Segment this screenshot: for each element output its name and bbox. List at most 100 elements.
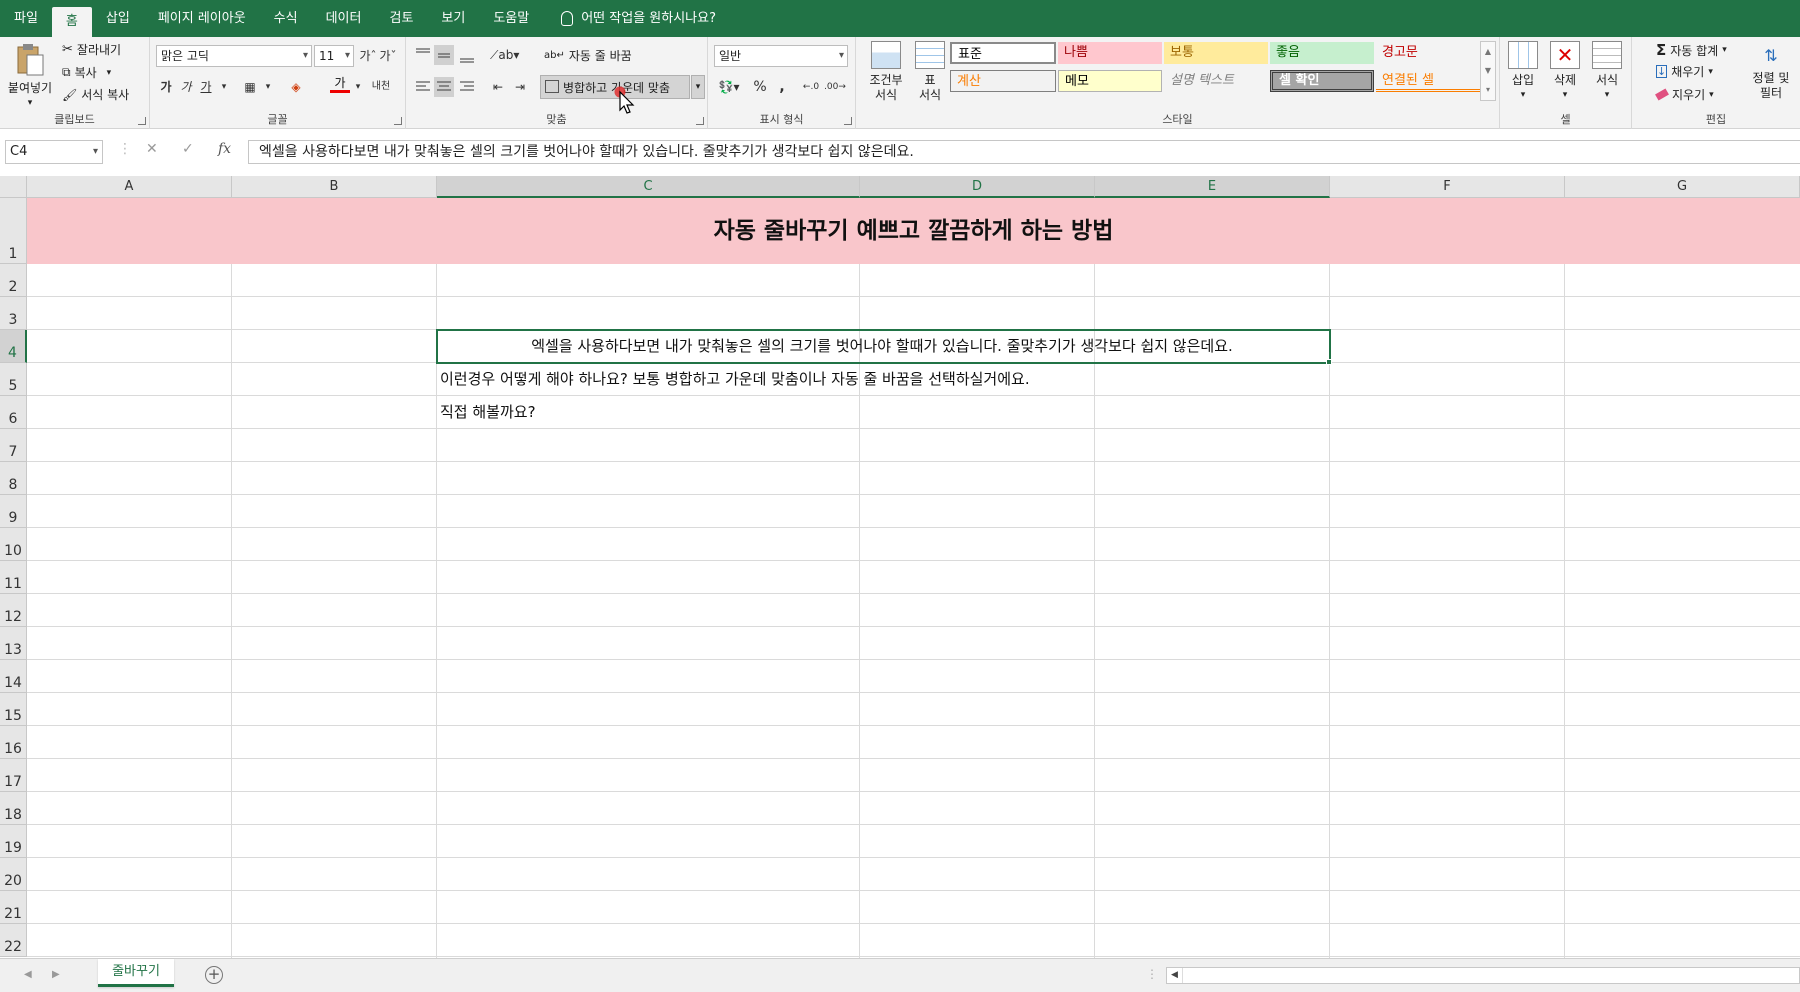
alignment-launcher-icon[interactable]: [696, 117, 704, 125]
vertical-align-icons[interactable]: [414, 45, 484, 65]
style-linked-cell[interactable]: 연결된 셀: [1376, 70, 1480, 92]
fill-button[interactable]: ↓ 채우기 ▾: [1656, 63, 1713, 80]
sheet-title[interactable]: 자동 줄바꾸기 예쁘고 깔끔하게 하는 방법: [27, 198, 1800, 264]
horizontal-scrollbar[interactable]: ◀: [1166, 967, 1800, 984]
cancel-icon[interactable]: ✕: [146, 141, 158, 157]
next-sheet-icon[interactable]: ▶: [52, 969, 60, 980]
font-launcher-icon[interactable]: [394, 117, 402, 125]
font-color-button[interactable]: 가: [330, 75, 350, 93]
style-calculation[interactable]: 계산: [950, 70, 1056, 92]
column-header-a[interactable]: A: [27, 176, 232, 198]
style-normal[interactable]: 표준: [950, 42, 1056, 64]
row-header-11[interactable]: 11: [0, 561, 27, 594]
fill-color-icon[interactable]: ◈: [286, 77, 306, 97]
row-header-21[interactable]: 21: [0, 891, 27, 924]
row-header-4[interactable]: 4: [0, 330, 27, 363]
clipboard-launcher-icon[interactable]: [138, 117, 146, 125]
name-box[interactable]: C4: [5, 140, 103, 164]
conditional-format-button[interactable]: 조건부 서식: [862, 41, 910, 103]
row-header-2[interactable]: 2: [0, 264, 27, 297]
increase-decimal-icon[interactable]: ←.0: [800, 77, 822, 97]
underline-dropdown-icon[interactable]: ▾: [214, 77, 234, 97]
splitter-icon[interactable]: ⋮: [1146, 967, 1158, 981]
column-header-f[interactable]: F: [1330, 176, 1565, 198]
style-explanatory[interactable]: 설명 텍스트: [1164, 70, 1268, 92]
style-bad[interactable]: 나쁨: [1058, 42, 1162, 64]
enter-icon[interactable]: ✓: [182, 141, 194, 157]
column-header-b[interactable]: B: [232, 176, 437, 198]
increase-font-icon[interactable]: 가ˆ: [358, 46, 378, 66]
font-color-dropdown-icon[interactable]: ▾: [348, 77, 368, 97]
number-format-combo[interactable]: 일반: [714, 45, 848, 67]
font-size-combo[interactable]: 11: [314, 45, 354, 67]
decrease-decimal-icon[interactable]: .00→: [824, 77, 846, 97]
insert-cells-button[interactable]: 삽입 ▾: [1502, 41, 1544, 103]
scroll-thumb[interactable]: [1185, 970, 1785, 981]
prev-sheet-icon[interactable]: ◀: [24, 969, 32, 980]
scroll-left-icon[interactable]: ◀: [1167, 968, 1183, 983]
tab-view[interactable]: 보기: [427, 0, 479, 37]
phonetic-button[interactable]: 내천: [366, 77, 396, 97]
percent-button[interactable]: %: [750, 77, 770, 97]
accounting-format-icon[interactable]: 💱▾: [714, 77, 744, 97]
style-good[interactable]: 좋음: [1270, 42, 1374, 64]
row-header-20[interactable]: 20: [0, 858, 27, 891]
style-warning[interactable]: 경고문: [1376, 42, 1480, 64]
tab-page-layout[interactable]: 페이지 레이아웃: [144, 0, 260, 37]
format-painter-button[interactable]: 🖌 서식 복사: [62, 86, 129, 103]
decrease-indent-icon[interactable]: ⇤: [488, 77, 508, 97]
row-header-3[interactable]: 3: [0, 297, 27, 330]
tab-file[interactable]: 파일: [0, 0, 52, 37]
row-header-16[interactable]: 16: [0, 726, 27, 759]
fill-handle[interactable]: [1326, 359, 1332, 365]
tab-formulas[interactable]: 수식: [260, 0, 312, 37]
column-header-e[interactable]: E: [1095, 176, 1330, 198]
italic-button[interactable]: 가: [176, 77, 196, 97]
row-header-8[interactable]: 8: [0, 462, 27, 495]
row-header-14[interactable]: 14: [0, 660, 27, 693]
tab-review[interactable]: 검토: [375, 0, 427, 37]
row-header-6[interactable]: 6: [0, 396, 27, 429]
delete-cells-button[interactable]: ✕ 삭제 ▾: [1544, 41, 1586, 103]
row-header-22[interactable]: 22: [0, 924, 27, 957]
tell-me-box[interactable]: 어떤 작업을 원하시나요?: [543, 0, 716, 37]
styles-gallery-scroll[interactable]: ▲ ▼ ▾: [1480, 41, 1496, 101]
cell-c6[interactable]: 직접 해볼까요?: [440, 396, 536, 429]
comma-button[interactable]: ,: [772, 77, 792, 97]
tab-home[interactable]: 홈: [51, 7, 92, 37]
column-header-g[interactable]: G: [1565, 176, 1800, 198]
merge-dropdown-icon[interactable]: ▾: [691, 75, 705, 99]
row-header-1[interactable]: 1: [0, 198, 27, 264]
formula-input[interactable]: 엑셀을 사용하다보면 내가 맞춰놓은 셀의 크기를 벗어나야 할때가 있습니다.…: [248, 140, 1800, 164]
sort-filter-button[interactable]: ⇅ 정렬 및 필터: [1742, 41, 1800, 101]
underline-button[interactable]: 가: [196, 77, 216, 97]
style-check-cell[interactable]: 셀 확인: [1270, 70, 1374, 92]
tab-insert[interactable]: 삽입: [92, 0, 144, 37]
row-header-9[interactable]: 9: [0, 495, 27, 528]
bold-button[interactable]: 가: [156, 77, 176, 97]
format-as-table-button[interactable]: 표 서식: [910, 41, 950, 103]
border-icon[interactable]: ▦: [240, 77, 260, 97]
row-header-15[interactable]: 15: [0, 693, 27, 726]
style-note[interactable]: 메모: [1058, 70, 1162, 92]
insert-function-button[interactable]: fx: [218, 141, 231, 157]
sheet-tab-active[interactable]: 줄바꾸기: [98, 959, 174, 987]
copy-button[interactable]: ⧉ 복사 ▾: [62, 64, 111, 81]
autosum-button[interactable]: Σ 자동 합계 ▾: [1656, 41, 1727, 59]
format-cells-button[interactable]: 서식 ▾: [1586, 41, 1628, 103]
row-header-5[interactable]: 5: [0, 363, 27, 396]
style-neutral[interactable]: 보통: [1164, 42, 1268, 64]
add-sheet-icon[interactable]: +: [205, 966, 223, 984]
decrease-font-icon[interactable]: 가ˇ: [378, 46, 398, 66]
row-header-18[interactable]: 18: [0, 792, 27, 825]
tab-data[interactable]: 데이터: [312, 0, 376, 37]
tab-help[interactable]: 도움말: [479, 0, 543, 37]
horizontal-align-icons[interactable]: [414, 77, 484, 97]
increase-indent-icon[interactable]: ⇥: [510, 77, 530, 97]
row-header-12[interactable]: 12: [0, 594, 27, 627]
select-all-corner[interactable]: [0, 176, 27, 198]
row-header-17[interactable]: 17: [0, 759, 27, 792]
cell-c5[interactable]: 이런경우 어떻게 해야 하나요? 보통 병합하고 가운데 맞춤이나 자동 줄 바…: [440, 363, 1030, 396]
font-name-combo[interactable]: 맑은 고딕: [156, 45, 312, 67]
number-launcher-icon[interactable]: [844, 117, 852, 125]
